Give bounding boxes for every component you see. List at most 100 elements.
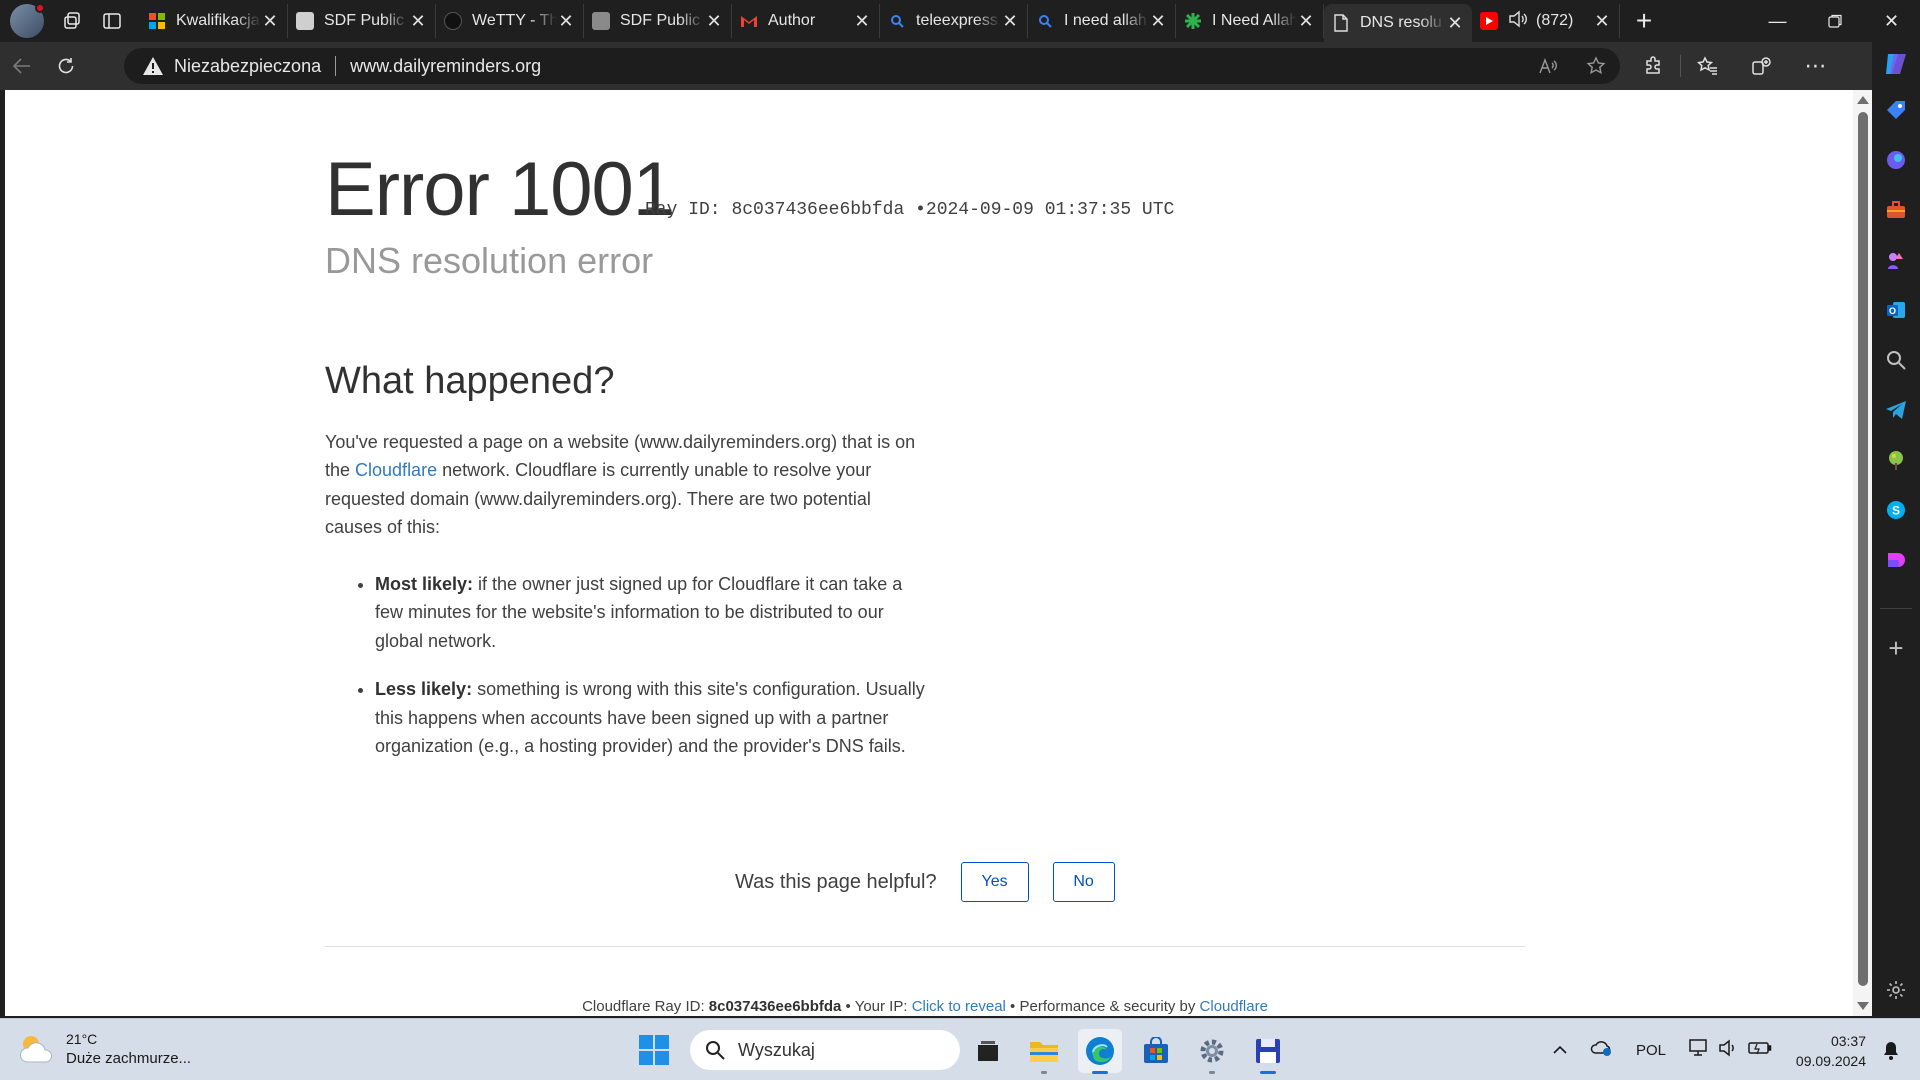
partly-cloudy-icon [20, 1036, 52, 1063]
extensions-icon[interactable] [1626, 46, 1680, 86]
skype-icon[interactable]: S [1882, 496, 1910, 524]
settings-gear-icon[interactable] [1190, 1029, 1234, 1074]
ray-meta: Ray ID: 8c037436ee6bbfda •2024-09-09 01:… [645, 200, 1174, 220]
read-aloud-icon[interactable] [1524, 57, 1572, 75]
page-icon [1332, 14, 1350, 32]
browser-tab[interactable]: WeTTY - Th ✕ [436, 4, 584, 38]
tab-title: Author [768, 12, 816, 29]
back-button[interactable] [0, 46, 44, 86]
reveal-ip-link[interactable]: Click to reveal [912, 998, 1006, 1015]
browser-tab[interactable]: (872) ✕ [1472, 4, 1620, 38]
browser-tab[interactable]: I Need Allah ✕ [1176, 4, 1324, 38]
games-icon[interactable] [1882, 246, 1910, 274]
running-indicator [1041, 1071, 1047, 1074]
scrollbar-thumb[interactable] [1858, 112, 1868, 986]
close-tab-icon[interactable]: ✕ [1593, 11, 1611, 32]
restore-icon[interactable] [1806, 0, 1863, 42]
copilot-purple-icon[interactable] [1882, 146, 1910, 174]
browser-tab[interactable]: SDF Public ✕ [584, 4, 732, 38]
scroll-down-icon[interactable] [1857, 1002, 1869, 1010]
show-hidden-icons-icon[interactable] [1552, 1042, 1568, 1059]
tree-app-icon[interactable] [1882, 446, 1910, 474]
feedback-no-button[interactable]: No [1052, 862, 1115, 902]
page-scrollbar[interactable] [1853, 90, 1872, 1016]
microsoft-store-icon[interactable] [1134, 1029, 1178, 1073]
tab-title: teleexpress [916, 12, 998, 29]
close-tab-icon[interactable]: ✕ [1446, 13, 1464, 34]
language-indicator[interactable]: POL [1636, 1042, 1666, 1059]
active-indicator [1092, 1071, 1108, 1074]
battery-icon[interactable] [1748, 1041, 1772, 1059]
onedrive-icon[interactable] [1590, 1039, 1614, 1061]
cloudflare-link[interactable]: Cloudflare [355, 460, 437, 480]
windows-start-icon[interactable] [638, 1034, 670, 1066]
tab-title: (872) [1536, 12, 1574, 29]
favorites-icon[interactable] [1681, 46, 1735, 86]
what-happened-heading: What happened? [325, 360, 615, 402]
edge-browser-icon[interactable] [1078, 1029, 1122, 1074]
address-bar[interactable]: Niezabezpieczona www.dailyreminders.org [124, 48, 1620, 84]
weather-temp: 21°C [66, 1031, 98, 1047]
close-tab-icon[interactable]: ✕ [1297, 11, 1315, 32]
error-subtitle: DNS resolution error [325, 240, 654, 281]
feedback-question: Was this page helpful? [735, 870, 937, 893]
browser-tab[interactable]: teleexpress ✕ [880, 4, 1028, 38]
gmail-icon [740, 12, 758, 30]
close-tab-icon[interactable]: ✕ [1149, 11, 1167, 32]
ray-id-value: 8c037436ee6bbfda [731, 200, 905, 220]
browser-tab[interactable]: Kwalifikacja ✕ [140, 4, 288, 38]
refresh-button[interactable] [44, 46, 88, 86]
task-view-icon[interactable] [966, 1029, 1010, 1073]
browser-tab[interactable]: I need allah ✕ [1028, 4, 1176, 38]
weather-condition: Duże zachmurze... [66, 1050, 192, 1067]
tab-title: I Need Allah [1212, 12, 1297, 29]
close-tab-icon[interactable]: ✕ [261, 11, 279, 32]
more-menu-icon[interactable]: ⋯ [1789, 46, 1843, 86]
taskbar-search[interactable]: Wyszukaj [690, 1030, 960, 1070]
close-tab-icon[interactable]: ✕ [409, 11, 427, 32]
telegram-icon[interactable] [1882, 396, 1910, 424]
browser-tab[interactable]: DNS resolu ✕ [1324, 4, 1472, 42]
network-icon[interactable] [1688, 1038, 1710, 1062]
browser-tab[interactable]: Author ✕ [732, 4, 880, 38]
outlook-icon[interactable]: O [1882, 296, 1910, 324]
url-text[interactable]: www.dailyreminders.org [350, 56, 541, 77]
footer-divider [325, 946, 1525, 947]
scroll-up-icon[interactable] [1857, 96, 1869, 104]
workspaces-icon[interactable] [52, 4, 92, 38]
profile-avatar[interactable] [10, 3, 45, 38]
tab-actions-icon[interactable] [92, 4, 132, 38]
save-floppy-icon[interactable] [1246, 1029, 1290, 1074]
browser-tab[interactable]: SDF Public ✕ [288, 4, 436, 38]
sidebar-settings-icon[interactable] [1882, 976, 1910, 1004]
audio-playing-icon[interactable] [1508, 10, 1528, 33]
footer-cloudflare-link[interactable]: Cloudflare [1200, 998, 1268, 1015]
close-window-icon[interactable]: ✕ [1863, 0, 1920, 42]
search-sidebar-icon[interactable] [1882, 346, 1910, 374]
minimize-icon[interactable]: — [1749, 0, 1806, 42]
notification-bell-icon[interactable] [1882, 1040, 1900, 1065]
close-tab-icon[interactable]: ✕ [853, 11, 871, 32]
feedback-yes-button[interactable]: Yes [960, 862, 1029, 902]
new-tab-button[interactable]: + [1624, 4, 1664, 38]
copilot-icon[interactable] [1882, 50, 1910, 78]
security-label[interactable]: Niezabezpieczona [174, 56, 321, 77]
designer-icon[interactable] [1882, 546, 1910, 574]
favorite-star-icon[interactable] [1572, 56, 1620, 76]
tools-briefcase-icon[interactable] [1882, 196, 1910, 224]
collections-icon[interactable] [1735, 46, 1789, 86]
window-controls: — ✕ [1749, 0, 1920, 42]
causes-list: Most likely: if the owner just signed up… [325, 570, 925, 761]
sdf-gray-icon [592, 12, 610, 30]
close-tab-icon[interactable]: ✕ [705, 11, 723, 32]
windows-taskbar: 21°C Duże zachmurze... Wyszukaj POL 03:3… [0, 1018, 1920, 1080]
close-tab-icon[interactable]: ✕ [557, 11, 575, 32]
close-tab-icon[interactable]: ✕ [1001, 11, 1019, 32]
add-sidebar-app-icon[interactable]: + [1882, 633, 1910, 663]
shopping-tag-icon[interactable] [1882, 96, 1910, 124]
system-clock[interactable]: 03:37 09.09.2024 [1796, 1031, 1866, 1071]
file-explorer-icon[interactable] [1022, 1029, 1066, 1074]
volume-icon[interactable] [1718, 1039, 1738, 1061]
weather-widget[interactable]: 21°C Duże zachmurze... [18, 1031, 191, 1067]
page-viewport: Error 1001 Ray ID: 8c037436ee6bbfda •202… [5, 90, 1853, 1016]
